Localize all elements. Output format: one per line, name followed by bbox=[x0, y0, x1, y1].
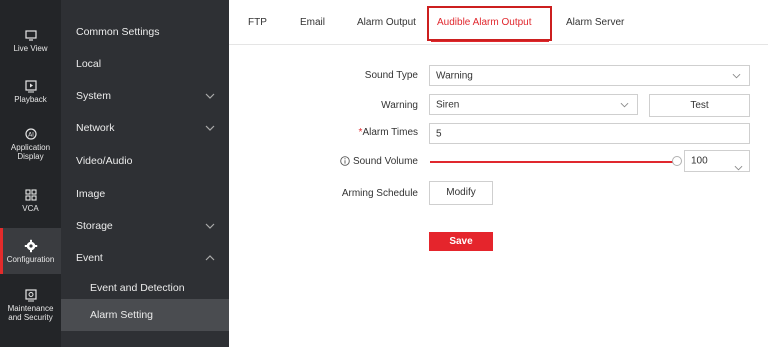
tab-ftp[interactable]: FTP bbox=[248, 17, 267, 28]
chevron-down-icon bbox=[620, 102, 629, 107]
menu-label: Network bbox=[76, 122, 115, 134]
menu-item-local[interactable]: Local bbox=[61, 48, 229, 80]
alarm-times-label: *Alarm Times bbox=[359, 127, 418, 138]
alarm-times-value: 5 bbox=[436, 128, 442, 139]
main-content: FTP Email Alarm Output Audible Alarm Out… bbox=[229, 0, 768, 347]
menu-label: Local bbox=[76, 58, 102, 70]
chevron-down-icon bbox=[734, 165, 743, 171]
alarm-times-text: Alarm Times bbox=[362, 127, 418, 138]
monitor-icon bbox=[24, 30, 37, 41]
menu-label: Storage bbox=[76, 220, 113, 232]
menu-item-image[interactable]: Image bbox=[61, 178, 229, 210]
gear-icon bbox=[24, 239, 37, 253]
chevron-down-icon bbox=[732, 73, 741, 78]
chevron-up-icon bbox=[205, 255, 215, 261]
tab-bar: FTP Email Alarm Output Audible Alarm Out… bbox=[229, 0, 768, 45]
rail-label: Playback bbox=[14, 95, 47, 104]
menu-label: Alarm Setting bbox=[90, 309, 154, 321]
svg-text:AI: AI bbox=[28, 132, 34, 139]
tab-alarm-server[interactable]: Alarm Server bbox=[566, 17, 624, 28]
chevron-down-icon bbox=[205, 223, 215, 229]
volume-value: 100 bbox=[691, 155, 708, 167]
rail-item-playback[interactable]: Playback bbox=[0, 79, 61, 107]
menu-item-alarm-setting[interactable]: Alarm Setting bbox=[61, 299, 229, 331]
rail-item-application-display[interactable]: AI Application Display bbox=[0, 127, 61, 167]
arming-schedule-label: Arming Schedule bbox=[341, 188, 418, 199]
alarm-times-input[interactable]: 5 bbox=[429, 123, 750, 144]
chevron-down-icon bbox=[205, 125, 215, 131]
warning-value: Siren bbox=[436, 99, 460, 110]
rail-item-maintenance-security[interactable]: Maintenance and Security bbox=[0, 288, 61, 328]
sound-type-label: Sound Type bbox=[364, 70, 418, 81]
menu-item-common-settings[interactable]: Common Settings bbox=[61, 16, 229, 48]
menu-item-event[interactable]: Event bbox=[61, 242, 229, 274]
rail-item-vca[interactable]: VCA bbox=[0, 188, 61, 216]
volume-value-select[interactable]: 100 bbox=[684, 150, 750, 172]
menu-label: Video/Audio bbox=[76, 155, 133, 167]
sound-type-value: Warning bbox=[436, 70, 473, 81]
rail-label: Live View bbox=[13, 44, 48, 53]
save-button[interactable]: Save bbox=[429, 232, 493, 251]
rail-label: Application Display bbox=[10, 143, 51, 161]
menu-label: Event and Detection bbox=[90, 282, 185, 294]
icon-rail: Live View Playback AI Application Displa… bbox=[0, 0, 61, 347]
info-icon bbox=[340, 156, 350, 166]
menu-item-video-audio[interactable]: Video/Audio bbox=[61, 145, 229, 177]
menu-item-storage[interactable]: Storage bbox=[61, 210, 229, 242]
rail-item-configuration[interactable]: Configuration bbox=[0, 228, 61, 274]
menu-item-network[interactable]: Network bbox=[61, 112, 229, 144]
sound-volume-label: Sound Volume bbox=[352, 156, 418, 167]
tab-email[interactable]: Email bbox=[300, 17, 325, 28]
menu-label: Common Settings bbox=[76, 26, 160, 38]
rail-label: VCA bbox=[22, 204, 39, 213]
maintenance-icon bbox=[24, 289, 37, 302]
menu-label: System bbox=[76, 90, 112, 102]
tab-highlight-box bbox=[427, 6, 552, 41]
rail-item-live-view[interactable]: Live View bbox=[0, 28, 61, 56]
playback-icon bbox=[24, 80, 37, 93]
modify-button[interactable]: Modify bbox=[429, 181, 493, 205]
tab-alarm-output[interactable]: Alarm Output bbox=[357, 17, 416, 28]
volume-slider-track[interactable] bbox=[430, 161, 676, 163]
config-menu: Common Settings Local System Network Vid… bbox=[61, 0, 229, 347]
menu-label: Event bbox=[76, 252, 103, 264]
rail-label: Maintenance and Security bbox=[7, 304, 54, 322]
menu-item-system[interactable]: System bbox=[61, 80, 229, 112]
sound-type-select[interactable]: Warning bbox=[429, 65, 750, 86]
rail-label: Configuration bbox=[6, 255, 55, 264]
volume-slider-thumb[interactable] bbox=[672, 156, 682, 166]
warning-select[interactable]: Siren bbox=[429, 94, 638, 115]
menu-label: Image bbox=[76, 188, 106, 200]
warning-label: Warning bbox=[381, 100, 418, 111]
test-button[interactable]: Test bbox=[649, 94, 750, 117]
vca-icon bbox=[24, 189, 37, 201]
chevron-down-icon bbox=[205, 93, 215, 99]
application-icon: AI bbox=[24, 128, 37, 140]
